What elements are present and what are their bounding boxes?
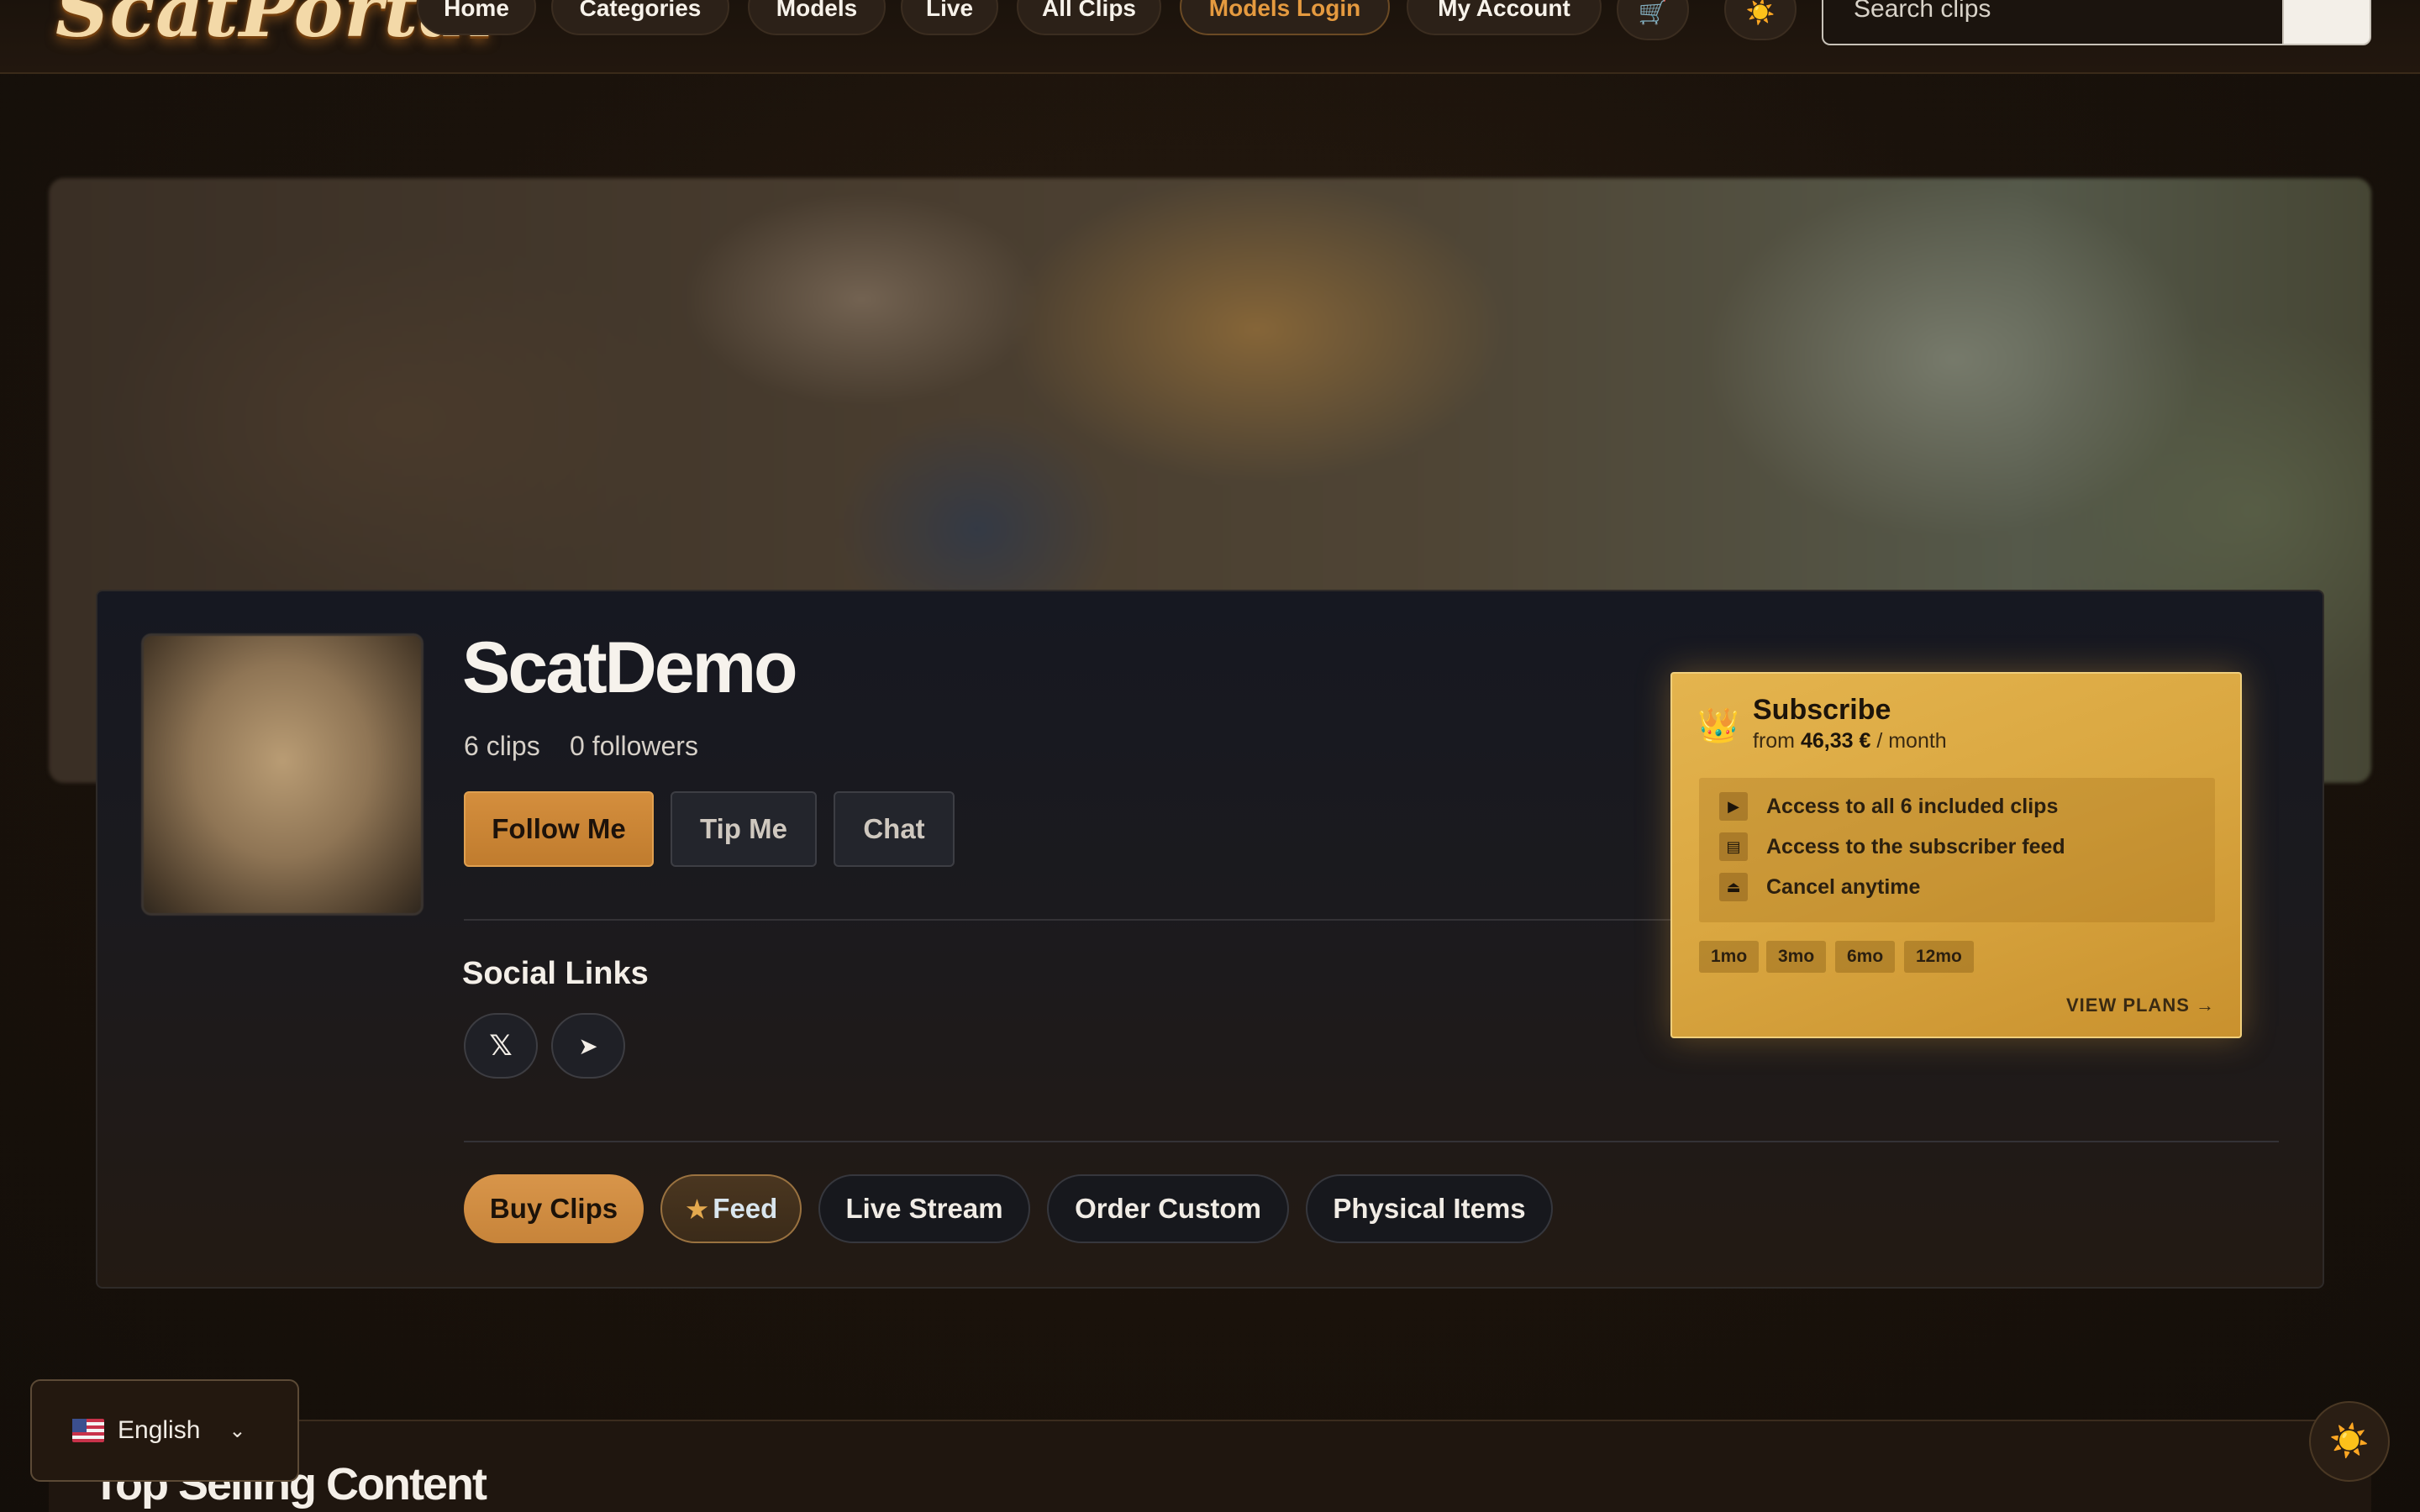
price-amount: 46,33 € <box>1800 729 1871 753</box>
feature-item: ▤ Access to the subscriber feed <box>1719 832 2065 862</box>
follow-button[interactable]: Follow Me <box>464 791 654 867</box>
divider <box>464 919 1674 921</box>
tab-feed[interactable]: ★ Feed <box>660 1174 802 1243</box>
search-button[interactable] <box>2282 0 2371 45</box>
cart-icon[interactable]: 🛒 <box>1617 0 1689 40</box>
plan-chip-1mo[interactable]: 1mo <box>1699 941 1760 973</box>
tab-feed-label: Feed <box>713 1193 778 1224</box>
telegram-icon[interactable]: ➤ <box>551 1013 625 1079</box>
cancel-icon: ⏏ <box>1719 873 1748 901</box>
subscribe-price: from 46,33 € / month <box>1753 729 1947 753</box>
plan-chip-6mo[interactable]: 6mo <box>1835 941 1896 973</box>
theme-toggle-icon[interactable]: ☀️ <box>2309 1401 2390 1482</box>
nav-home[interactable]: Home <box>417 0 536 35</box>
nav-my-account[interactable]: My Account <box>1407 0 1602 35</box>
star-icon: ★ <box>684 1193 710 1225</box>
avatar <box>141 633 424 916</box>
plan-chip-12mo[interactable]: 12mo <box>1904 941 1974 973</box>
subscribe-title: Subscribe <box>1753 694 1891 726</box>
chat-button[interactable]: Chat <box>834 791 955 867</box>
search-input[interactable]: Search clips <box>1822 0 2284 45</box>
follower-count: 0 followers <box>570 731 698 761</box>
play-icon: ▶ <box>1719 792 1748 821</box>
language-label: English <box>118 1416 201 1444</box>
tab-live-stream[interactable]: Live Stream <box>818 1174 1030 1243</box>
us-flag-icon <box>72 1419 104 1442</box>
crown-icon: 👑 <box>1697 707 1739 744</box>
profile-name: ScatDemo <box>462 627 798 708</box>
sun-icon[interactable]: ☀️ <box>1724 0 1797 40</box>
chevron-down-icon: ⌄ <box>229 1419 246 1442</box>
nav-live[interactable]: Live <box>901 0 998 35</box>
nav-all-clips[interactable]: All Clips <box>1017 0 1161 35</box>
social-links-title: Social Links <box>462 956 649 991</box>
x-icon[interactable]: 𝕏 <box>464 1013 538 1079</box>
subscribe-card[interactable]: 👑 Subscribe from 46,33 € / month ▶ Acces… <box>1670 672 2242 1038</box>
top-navigation: ScatPortal Home Categories Models Live A… <box>0 0 2420 74</box>
clip-count: 6 clips <box>464 731 540 761</box>
feature-item: ▶ Access to all 6 included clips <box>1719 791 2058 822</box>
subscribe-features: ▶ Access to all 6 included clips ▤ Acces… <box>1699 778 2215 922</box>
view-plans-link[interactable]: VIEW PLANS → <box>2066 995 2215 1016</box>
divider <box>464 1141 2279 1142</box>
feature-item: ⏏ Cancel anytime <box>1719 872 1920 902</box>
plan-chip-3mo[interactable]: 3mo <box>1766 941 1827 973</box>
tab-buy-clips[interactable]: Buy Clips <box>464 1174 644 1243</box>
tab-physical-items[interactable]: Physical Items <box>1306 1174 1553 1243</box>
nav-models-login[interactable]: Models Login <box>1180 0 1390 35</box>
feed-icon: ▤ <box>1719 832 1748 861</box>
tab-order-custom[interactable]: Order Custom <box>1047 1174 1289 1243</box>
nav-models[interactable]: Models <box>748 0 886 35</box>
language-select[interactable]: English ⌄ <box>30 1379 299 1482</box>
tip-button[interactable]: Tip Me <box>671 791 817 867</box>
nav-categories[interactable]: Categories <box>551 0 729 35</box>
